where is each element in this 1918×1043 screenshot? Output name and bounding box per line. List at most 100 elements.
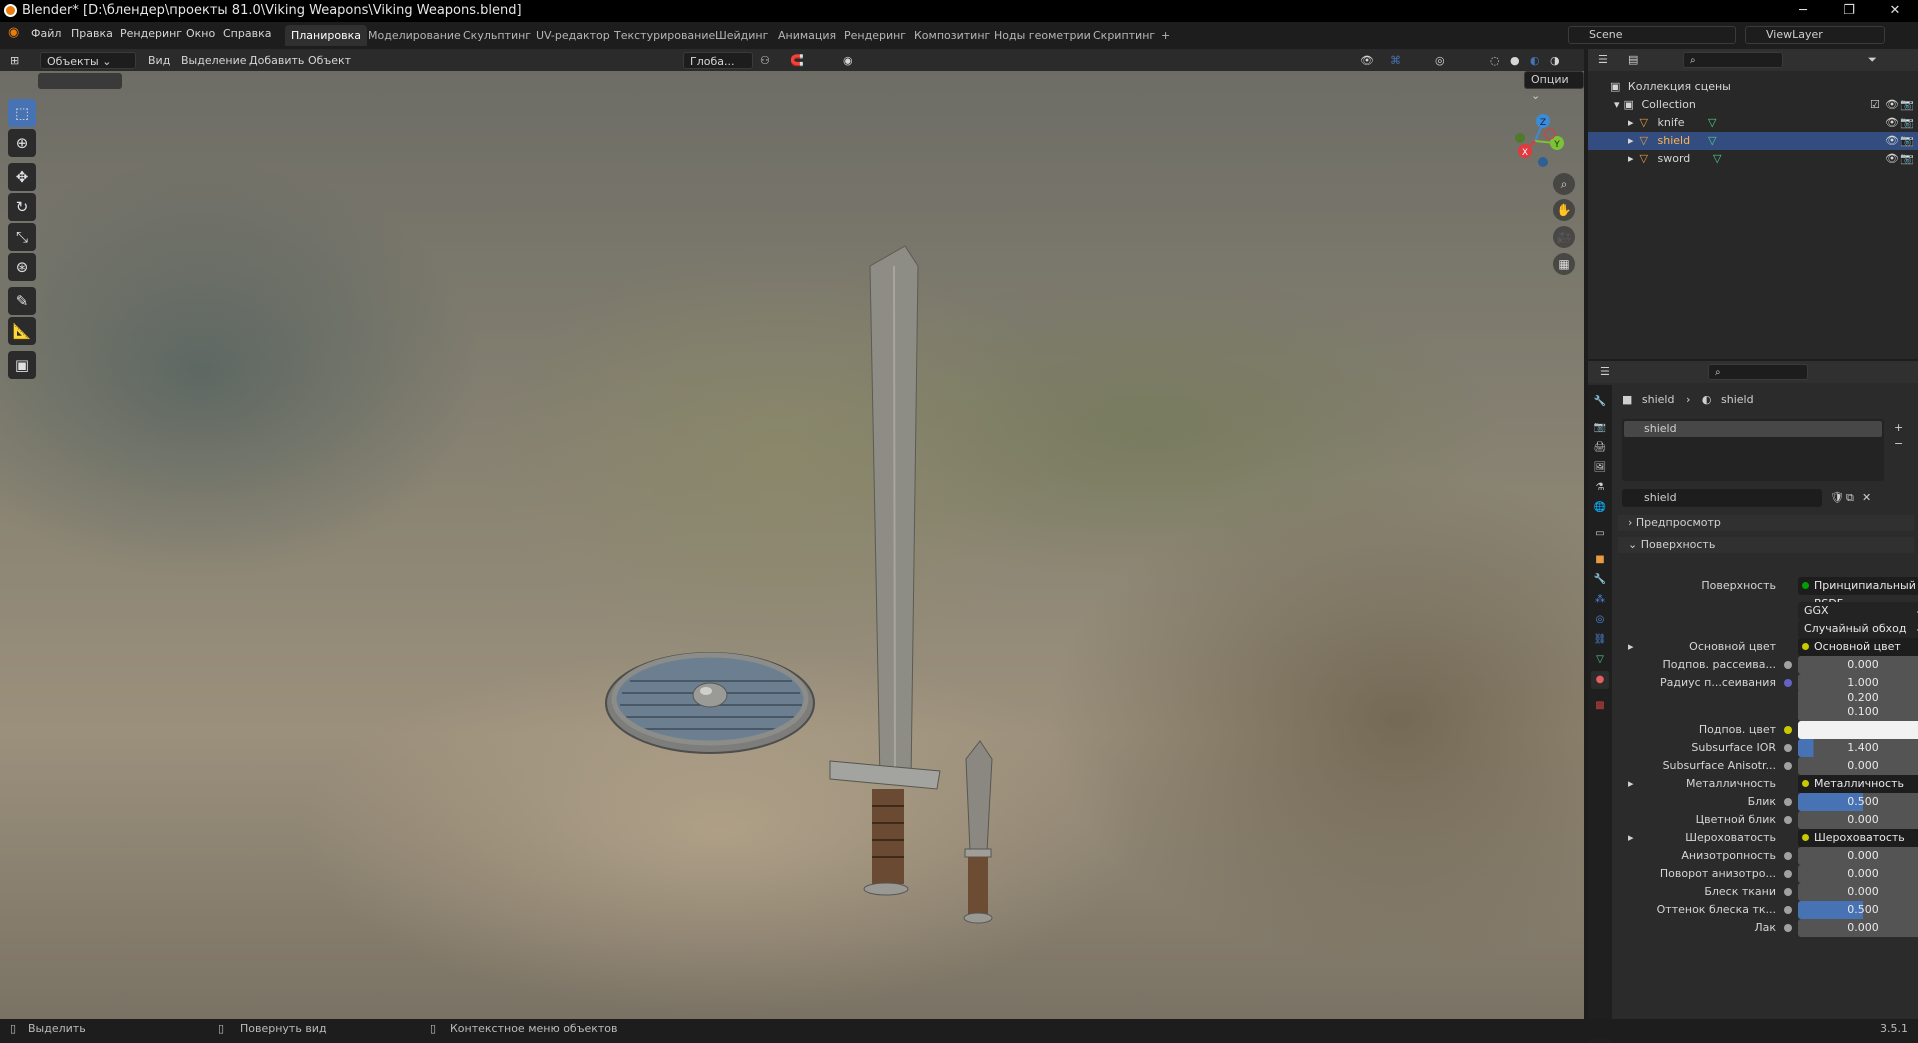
scene-objects[interactable] — [580, 161, 1040, 941]
tool-tab-icon[interactable]: 🔧 — [1591, 393, 1609, 411]
select-box-icon[interactable]: ⬚ — [8, 99, 36, 127]
pan-hand-icon[interactable]: ✋ — [1553, 199, 1575, 221]
tab-rendering[interactable]: Рендеринг — [838, 25, 912, 46]
menu-view[interactable]: Вид — [148, 52, 170, 69]
knife-handle[interactable] — [968, 857, 988, 915]
menu-object[interactable]: Объект — [308, 52, 351, 69]
proportional-edit-icon[interactable]: ◉ — [843, 52, 853, 69]
render-tab-icon[interactable]: 📷 — [1591, 419, 1609, 437]
outliner-scene-collection[interactable]: ▣ Коллекция сцены — [1588, 78, 1918, 96]
menu-render[interactable]: Рендеринг — [120, 27, 182, 40]
transform-icon[interactable]: ⊛ — [8, 253, 36, 281]
transform-orientation-dropdown[interactable]: Глоба... — [683, 52, 753, 69]
maximize-button[interactable]: ❐ — [1826, 0, 1872, 22]
expand-icon[interactable]: ▸ — [1628, 777, 1634, 790]
tab-texturing[interactable]: Текстурирование — [608, 25, 721, 46]
wireframe-shading-icon[interactable]: ◌ — [1490, 52, 1500, 69]
add-slot-icon[interactable]: + — [1894, 421, 1903, 434]
material-tab-icon[interactable]: ● — [1591, 671, 1609, 689]
tab-sculpting[interactable]: Скульптинг — [457, 25, 537, 46]
node-link-field[interactable]: Принципиальный BSDF — [1798, 577, 1918, 610]
enum-dropdown[interactable]: GGX⌄ — [1798, 602, 1918, 620]
checkbox-icon[interactable]: ☑ — [1870, 96, 1880, 114]
navigation-gizmo[interactable]: Z Y X — [1495, 101, 1575, 181]
eye-icon[interactable]: 👁 — [1885, 150, 1899, 168]
shield-object[interactable] — [600, 641, 820, 761]
number-field[interactable]: 0.000 — [1798, 865, 1918, 883]
menu-select[interactable]: Выделение — [181, 52, 247, 69]
outliner-item-knife[interactable]: ▸ ▽ knife ▽ 👁 📷 — [1588, 114, 1918, 132]
data-tab-icon[interactable]: ▽ — [1591, 651, 1609, 669]
expand-icon[interactable]: ▸ — [1628, 831, 1634, 844]
texture-tab-icon[interactable]: ▩ — [1591, 697, 1609, 715]
number-field[interactable]: 0.500 — [1798, 901, 1918, 919]
add-workspace-button[interactable]: + — [1155, 25, 1176, 46]
3d-viewport[interactable]: Опции ⌄ ⬚ ⊕ ✥ ↻ ⤡ ⊛ ✎ 📐 ▣ Z Y X ⌕ ✋ 🎥 ▦ — [0, 71, 1584, 1019]
cursor-icon[interactable]: ⊕ — [8, 129, 36, 157]
sword-grip[interactable] — [872, 789, 904, 884]
mode-dropdown[interactable]: Объекты ⌄ — [40, 52, 136, 69]
gizmo-toggle-icon[interactable]: ⌘ — [1390, 52, 1401, 69]
menu-file[interactable]: Файл — [31, 27, 61, 40]
collection-tab-icon[interactable]: ▭ — [1591, 525, 1609, 543]
menu-add[interactable]: Добавить — [249, 52, 304, 69]
outliner-item-sword[interactable]: ▸ ▽ sword ▽ 👁 📷 — [1588, 150, 1918, 168]
scale-icon[interactable]: ⤡ — [8, 223, 36, 251]
eye-icon[interactable]: 👁 — [1885, 96, 1899, 114]
tab-modeling[interactable]: Моделирование — [362, 25, 467, 46]
camera-render-icon[interactable]: 📷 — [1900, 132, 1914, 150]
constraints-tab-icon[interactable]: ⛓ — [1591, 631, 1609, 649]
filter-icon[interactable]: ⏷ — [1868, 53, 1877, 67]
rendered-shading-icon[interactable]: ◑ — [1550, 52, 1560, 69]
output-tab-icon[interactable]: 🖨 — [1591, 439, 1609, 457]
rotate-icon[interactable]: ↻ — [8, 193, 36, 221]
modifier-tab-icon[interactable]: 🔧 — [1591, 571, 1609, 589]
grid-icon[interactable]: ▦ — [1553, 253, 1575, 275]
menu-edit[interactable]: Правка — [71, 27, 113, 40]
overlay-icon[interactable]: ◎ — [1435, 52, 1445, 69]
camera-render-icon[interactable]: 📷 — [1900, 114, 1914, 132]
pivot-icon[interactable]: ⚇ — [760, 52, 770, 69]
close-button[interactable]: ✕ — [1872, 0, 1918, 22]
unlink-icon[interactable]: ✕ — [1862, 491, 1871, 504]
editor-type-icon[interactable]: ⊞ — [10, 52, 19, 69]
properties-editor-icon[interactable]: ☰ — [1600, 365, 1610, 378]
tab-animation[interactable]: Анимация — [772, 25, 842, 46]
fake-user-icon[interactable]: 🛡 — [1830, 491, 1844, 504]
solid-shading-icon[interactable]: ● — [1510, 52, 1520, 69]
viewlayer-selector[interactable]: ViewLayer — [1745, 26, 1885, 44]
knife-blade[interactable] — [965, 740, 993, 852]
tab-shading[interactable]: Шейдинг — [709, 25, 774, 46]
object-tab-icon[interactable]: ■ — [1591, 551, 1609, 569]
number-field[interactable]: 0.000 — [1798, 883, 1918, 901]
node-link-field[interactable]: Основной цвет — [1798, 638, 1918, 656]
tab-scripting[interactable]: Скриптинг — [1087, 25, 1161, 46]
outliner-collection[interactable]: ▾ ▣ Collection ☑ 👁 📷 — [1588, 96, 1918, 114]
measure-icon[interactable]: 📐 — [8, 317, 36, 345]
outliner-item-shield[interactable]: ▸ ▽ shield ▽ 👁 📷 — [1588, 132, 1918, 150]
number-field[interactable]: 0.000 — [1798, 757, 1918, 775]
view-layer-tab-icon[interactable]: 🖼 — [1591, 459, 1609, 477]
number-field[interactable]: 1.400 — [1798, 739, 1918, 757]
add-cube-icon[interactable]: ▣ — [8, 351, 36, 379]
number-field[interactable]: 0.100 — [1798, 703, 1918, 721]
world-tab-icon[interactable]: 🌐 — [1591, 499, 1609, 517]
visibility-icon[interactable]: 👁 — [1360, 52, 1374, 69]
eye-icon[interactable]: 👁 — [1885, 132, 1899, 150]
scene-tab-icon[interactable]: ⚗ — [1591, 479, 1609, 497]
number-field[interactable]: 0.000 — [1798, 656, 1918, 674]
snap-icon[interactable]: 🧲 — [790, 52, 804, 69]
material-slot-list[interactable]: shield — [1622, 419, 1884, 481]
number-field[interactable]: 0.000 — [1798, 919, 1918, 937]
particles-tab-icon[interactable]: ⁂ — [1591, 591, 1609, 609]
properties-search-input[interactable]: ⌕ — [1708, 364, 1808, 380]
surface-panel-header[interactable]: ⌄ Поверхность — [1618, 537, 1914, 553]
number-field[interactable]: 0.000 — [1798, 811, 1918, 829]
node-link-field[interactable]: Шероховатость — [1798, 829, 1918, 847]
outliner-editor-icon[interactable]: ☰ — [1598, 53, 1608, 66]
tab-layout[interactable]: Планировка — [285, 25, 367, 46]
physics-tab-icon[interactable]: ◎ — [1591, 611, 1609, 629]
material-shading-icon[interactable]: ◐ — [1530, 52, 1540, 69]
preview-panel-header[interactable]: › Предпросмотр — [1618, 515, 1914, 531]
outliner-search-input[interactable]: ⌕ — [1683, 52, 1783, 68]
